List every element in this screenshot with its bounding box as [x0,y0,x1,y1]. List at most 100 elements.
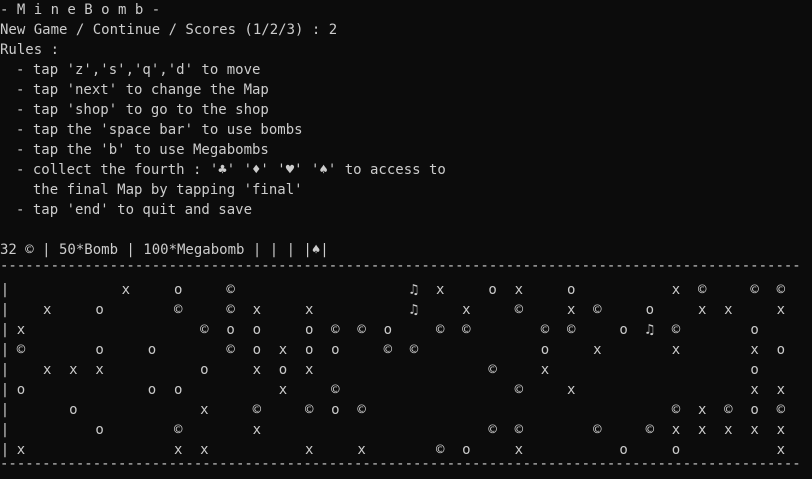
board-cell-o: o [147,342,157,358]
board-cell-coin: © [304,402,314,418]
board-cell-note: ♫ [409,302,419,318]
board-cell-coin: © [671,402,681,418]
board-cell-coin: © [514,422,524,438]
board-cell-o: o [331,402,340,418]
board-cell-o: o [226,322,235,338]
board-cell-o: o [750,362,759,378]
board-cell-coin: © [357,402,366,418]
board-cell-x: x [776,382,786,398]
board-cell-x: x [69,362,78,378]
board-cell-x: x [121,282,131,298]
board-row: | o o o x © © x x x [0,380,812,400]
board-cell-coin: © [514,382,524,398]
board-cell-x: x [514,282,524,298]
board-left-wall: | [0,402,10,418]
board-cell-coin: © [383,342,393,358]
board-cell-o: o [304,342,314,358]
rule-shop: - tap 'shop' to go to the shop [16,102,269,118]
board-bottom-border: ----------------------------------------… [0,456,800,472]
board-cell-coin: © [435,322,445,338]
board-cell-coin: © [173,302,183,318]
board-cell-coin: © [462,322,471,338]
board-cell-x: x [435,282,445,298]
board-cell-o: o [750,402,759,418]
board-cell-x: x [776,302,786,318]
board-cell-o: o [95,302,104,318]
board-cell-coin: © [645,422,655,438]
board-cell-coin: © [226,302,235,318]
board-cell-o: o [278,362,288,378]
board-cell-coin: © [697,282,707,298]
board-cell-coin: © [226,342,235,358]
rule-bombs: - tap the 'space bar' to use bombs [16,122,303,138]
board-cell-x: x [593,342,602,358]
board-cell-o: o [383,322,393,338]
board-cell-o: o [776,342,786,358]
board-cell-coin: © [593,422,602,438]
menu-prompt[interactable]: New Game / Continue / Scores (1/2/3) : 2 [0,20,337,40]
board-left-wall: | [0,302,10,318]
board-cell-o: o [540,342,550,358]
board-row: | x o © © x x ♫ x © x © o x x x [0,300,812,320]
board-cell-x: x [95,362,104,378]
board-cell-coin: © [252,402,262,418]
rule-next-map: - tap 'next' to change the Map [16,82,269,98]
board-cell-x: x [42,362,52,378]
board-cell-x: x [304,302,314,318]
board-cell-x: x [540,362,550,378]
rule-end: - tap 'end' to quit and save [16,202,253,218]
board-cell-x: x [304,362,314,378]
board-cell-coin: © [200,322,209,338]
board-cell-coin: © [671,322,681,338]
board-cell-x: x [671,282,681,298]
board-cell-o: o [16,382,26,398]
board-cell-coin: © [331,382,340,398]
board-cell-coin: © [488,422,497,438]
board-cell-x: x [671,422,681,438]
board-row: | © o o © o x o o © © o x x x o [0,340,812,360]
board-cell-x: x [252,422,262,438]
board-cell-coin: © [724,402,733,418]
board-cell-x: x [16,322,26,338]
board-cell-x: x [278,342,288,358]
board-left-wall: | [0,422,10,438]
board-cell-coin: © [173,422,183,438]
board-cell-x: x [776,422,786,438]
board-cell-x: x [566,382,576,398]
board-cell-o: o [304,322,314,338]
board-cell-x: x [697,402,707,418]
board-cell-coin: © [776,402,786,418]
board-cell-o: o [69,402,78,418]
board-cell-x: x [252,302,262,318]
board-cell-coin: © [776,282,786,298]
board-cell-coin: © [409,342,419,358]
board-cell-o: o [252,322,262,338]
rules-header: Rules : [0,42,60,58]
board-cell-x: x [42,302,52,318]
board-cell-note: ♫ [645,322,655,338]
rule-move: - tap 'z','s','q','d' to move [16,62,261,78]
board-left-wall: | [0,282,10,298]
board-cell-x: x [252,362,262,378]
rule-megabombs: - tap the 'b' to use Megabombs [16,142,269,158]
board-cell-o: o [252,342,262,358]
board-left-wall: | [0,362,10,378]
terminal-window: - M i n e B o m b - New Game / Continue … [0,0,812,479]
board-cell-o: o [488,282,497,298]
board-cell-coin: © [540,322,550,338]
rule-final-map: the final Map by tapping 'final' [16,182,303,198]
board-cell-o: o [750,322,759,338]
board-cell-o: o [173,382,183,398]
board-cell-note: ♫ [409,282,419,298]
rule-collect-suits: - collect the fourth : '♣' '♦' '♥' '♠' t… [16,162,446,178]
board-cell-coin: © [488,362,497,378]
board-cell-coin: © [514,302,524,318]
board-cell-x: x [750,382,759,398]
board-cell-x: x [697,302,707,318]
game-title: - M i n e B o m b - [0,2,161,18]
board-row: | x © o o o © © o © © © © o ♫ © o [0,320,812,340]
board-cell-coin: © [16,342,26,358]
board-cell-x: x [566,302,576,318]
board-cell-x: x [671,342,681,358]
board-cell-coin: © [593,302,602,318]
